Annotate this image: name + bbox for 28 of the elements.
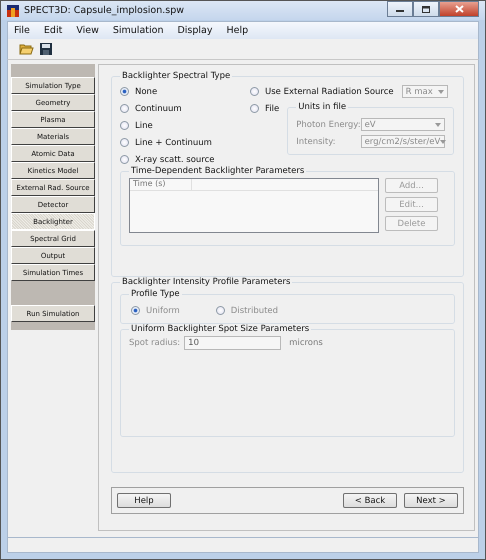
radio-option[interactable]: File xyxy=(250,102,280,115)
group-title: Backlighter Intensity Profile Parameters xyxy=(121,277,292,287)
group-title: Uniform Backlighter Spot Size Parameters xyxy=(130,324,310,334)
radio-option[interactable]: Line + Continuum xyxy=(120,136,236,149)
radio-option[interactable]: X-ray scatt. source xyxy=(120,153,236,166)
menu-item[interactable]: Display xyxy=(177,25,212,36)
menu-item[interactable]: Simulation xyxy=(112,25,164,36)
group-title: Profile Type xyxy=(130,289,181,299)
back-button[interactable]: < Back xyxy=(343,493,397,508)
next-button[interactable]: Next > xyxy=(404,493,458,508)
unit-label: microns xyxy=(289,338,323,348)
help-button[interactable]: Help xyxy=(117,493,171,508)
time-list[interactable]: Time (s) xyxy=(129,178,379,233)
field-label: Spot radius: xyxy=(129,338,180,348)
field-label: Intensity: xyxy=(296,136,336,146)
menu-item[interactable]: View xyxy=(76,25,99,36)
radio-option[interactable]: Line xyxy=(120,119,236,132)
menu-item[interactable]: File xyxy=(14,25,30,36)
group-title: Time-Dependent Backlighter Parameters xyxy=(130,166,306,176)
group-title: Units in file xyxy=(297,102,348,112)
radio-option[interactable]: Continuum xyxy=(120,102,236,115)
field-label: Photon Energy: xyxy=(296,120,361,130)
menu-item[interactable]: Edit xyxy=(44,25,62,36)
group-title: Backlighter Spectral Type xyxy=(121,71,232,81)
column-header[interactable]: Time (s) xyxy=(130,179,192,190)
window-title: SPECT3D: Capsule_implosion.spw xyxy=(24,5,184,16)
menu-item[interactable]: Help xyxy=(226,25,248,36)
radio-option[interactable]: None xyxy=(120,85,236,98)
